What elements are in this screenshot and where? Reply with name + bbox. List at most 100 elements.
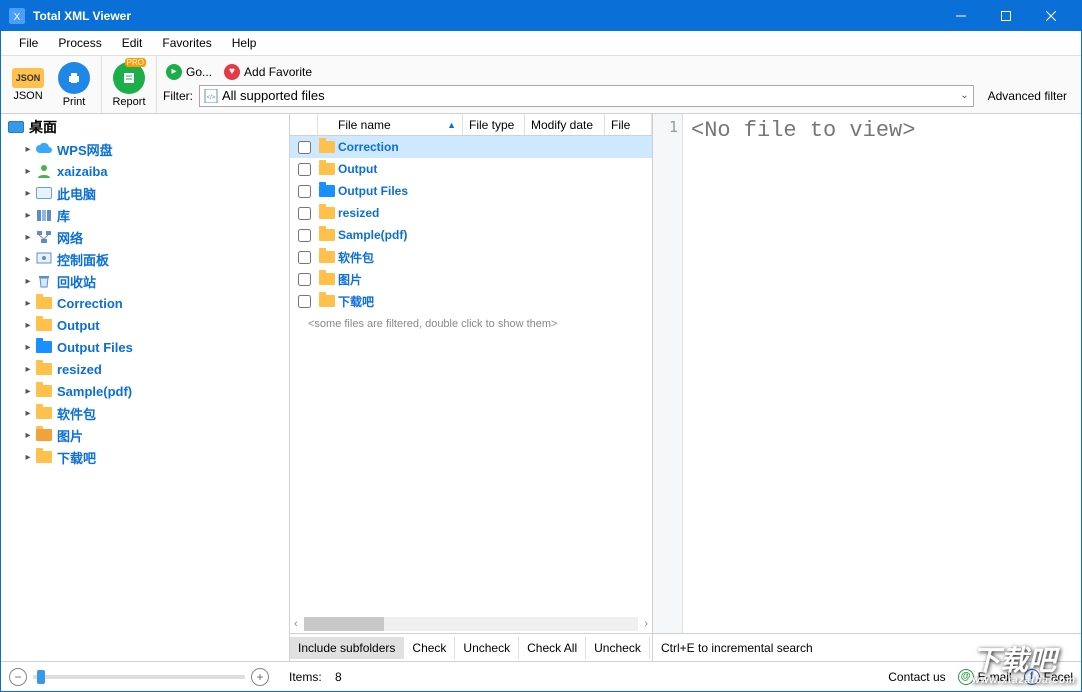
- tree-item-icon: [35, 207, 53, 223]
- add-favorite-button[interactable]: ♥ Add Favorite: [221, 63, 315, 81]
- file-checkbox[interactable]: [298, 163, 311, 176]
- expand-icon[interactable]: ▸: [21, 452, 35, 463]
- tree-item-13[interactable]: ▸图片: [1, 424, 289, 446]
- tree-item-icon: [35, 361, 53, 377]
- scroll-left-icon[interactable]: ‹: [294, 618, 298, 630]
- sort-asc-icon: ▲: [447, 120, 456, 130]
- email-link[interactable]: @E-mail: [958, 669, 1012, 685]
- file-row[interactable]: Sample(pdf): [290, 224, 652, 246]
- column-checkbox[interactable]: [290, 114, 318, 135]
- tree-item-3[interactable]: ▸库: [1, 204, 289, 226]
- expand-icon[interactable]: ▸: [21, 232, 35, 243]
- tree-item-6[interactable]: ▸回收站: [1, 270, 289, 292]
- include-subfolders-button[interactable]: Include subfolders: [290, 637, 404, 659]
- expand-icon[interactable]: ▸: [21, 386, 35, 397]
- advanced-filter-link[interactable]: Advanced filter: [980, 89, 1075, 103]
- zoom-out-button[interactable]: −: [9, 668, 27, 686]
- facebook-link[interactable]: fFacel: [1024, 669, 1073, 685]
- tree-item-5[interactable]: ▸控制面板: [1, 248, 289, 270]
- expand-icon[interactable]: ▸: [21, 276, 35, 287]
- tree-item-label: 下载吧: [57, 448, 96, 467]
- expand-icon[interactable]: ▸: [21, 144, 35, 155]
- toolbar: JSON JSON Print PRO Report ▸ Go... ♥: [1, 56, 1081, 114]
- tree-item-1[interactable]: ▸xaizaiba: [1, 160, 289, 182]
- check-button[interactable]: Check: [404, 637, 455, 659]
- minimize-button[interactable]: [938, 1, 983, 31]
- file-row[interactable]: Correction: [290, 136, 652, 158]
- expand-icon[interactable]: ▸: [21, 188, 35, 199]
- expand-icon[interactable]: ▸: [21, 210, 35, 221]
- expand-icon[interactable]: ▸: [21, 364, 35, 375]
- menu-favorites[interactable]: Favorites: [152, 34, 221, 52]
- folder-icon: [318, 141, 336, 153]
- file-checkbox[interactable]: [298, 141, 311, 154]
- maximize-button[interactable]: [983, 1, 1028, 31]
- tree-root[interactable]: 桌面: [1, 116, 289, 138]
- scroll-right-icon[interactable]: ›: [644, 618, 648, 630]
- file-row[interactable]: resized: [290, 202, 652, 224]
- tree-item-icon: [35, 317, 53, 333]
- print-button[interactable]: Print: [51, 58, 97, 112]
- report-button[interactable]: PRO Report: [106, 58, 152, 112]
- file-checkbox[interactable]: [298, 229, 311, 242]
- column-filesize[interactable]: File: [605, 114, 652, 135]
- column-filename[interactable]: File name▲: [318, 114, 463, 135]
- tree-item-4[interactable]: ▸网络: [1, 226, 289, 248]
- file-row[interactable]: Output: [290, 158, 652, 180]
- tree-item-icon: [35, 229, 53, 245]
- file-row[interactable]: 图片: [290, 268, 652, 290]
- expand-icon[interactable]: ▸: [21, 298, 35, 309]
- tree-item-10[interactable]: ▸resized: [1, 358, 289, 380]
- close-button[interactable]: [1028, 1, 1073, 31]
- file-checkbox[interactable]: [298, 251, 311, 264]
- zoom-in-button[interactable]: +: [251, 668, 269, 686]
- tree-item-8[interactable]: ▸Output: [1, 314, 289, 336]
- file-checkbox[interactable]: [298, 273, 311, 286]
- menu-file[interactable]: File: [9, 34, 48, 52]
- json-button[interactable]: JSON JSON: [5, 58, 51, 112]
- zoom-thumb[interactable]: [37, 670, 45, 684]
- file-checkbox[interactable]: [298, 185, 311, 198]
- horizontal-scrollbar[interactable]: ‹ ›: [290, 615, 652, 633]
- menu-edit[interactable]: Edit: [112, 34, 153, 52]
- expand-icon[interactable]: ▸: [21, 166, 35, 177]
- expand-icon[interactable]: ▸: [21, 320, 35, 331]
- contact-us-link[interactable]: Contact us: [888, 670, 945, 684]
- scrollbar-thumb[interactable]: [304, 617, 384, 631]
- folder-icon: [318, 207, 336, 219]
- go-button[interactable]: ▸ Go...: [163, 63, 215, 81]
- statusbar: − + Items: 8 Contact us @E-mail fFacel: [1, 661, 1081, 691]
- filter-message[interactable]: <some files are filtered, double click t…: [290, 312, 652, 336]
- file-row[interactable]: Output Files: [290, 180, 652, 202]
- column-modifydate[interactable]: Modify date: [525, 114, 605, 135]
- filter-select[interactable]: </> All supported files ⌄: [199, 85, 974, 107]
- uncheck-button[interactable]: Uncheck: [455, 637, 519, 659]
- file-list[interactable]: CorrectionOutputOutput Files resized Sampl…: [290, 136, 652, 615]
- uncheck-all-button[interactable]: Uncheck: [586, 637, 650, 659]
- expand-icon[interactable]: ▸: [21, 254, 35, 265]
- file-name: 图片: [338, 271, 362, 288]
- tree-item-11[interactable]: ▸Sample(pdf): [1, 380, 289, 402]
- check-all-button[interactable]: Check All: [519, 637, 586, 659]
- line-number-gutter: 1: [653, 114, 683, 633]
- tree-item-7[interactable]: ▸Correction: [1, 292, 289, 314]
- menu-help[interactable]: Help: [222, 34, 267, 52]
- zoom-slider[interactable]: [33, 675, 245, 679]
- file-checkbox[interactable]: [298, 207, 311, 220]
- file-name: resized: [338, 206, 379, 220]
- expand-icon[interactable]: ▸: [21, 408, 35, 419]
- list-header: File name▲ File type Modify date File: [290, 114, 652, 136]
- tree-item-9[interactable]: ▸Output Files: [1, 336, 289, 358]
- tree-item-12[interactable]: ▸软件包: [1, 402, 289, 424]
- tree-item-0[interactable]: ▸WPS网盘: [1, 138, 289, 160]
- expand-icon[interactable]: ▸: [21, 342, 35, 353]
- file-row[interactable]: 下载吧: [290, 290, 652, 312]
- expand-icon[interactable]: ▸: [21, 430, 35, 441]
- file-row[interactable]: 软件包: [290, 246, 652, 268]
- menu-process[interactable]: Process: [48, 34, 111, 52]
- tree-item-2[interactable]: ▸此电脑: [1, 182, 289, 204]
- file-checkbox[interactable]: [298, 295, 311, 308]
- tree-item-14[interactable]: ▸ 下载吧: [1, 446, 289, 468]
- folder-tree[interactable]: 桌面 ▸WPS网盘▸xaizaiba▸此电脑▸库▸网络▸控制面板▸回收站▸Cor…: [1, 114, 290, 661]
- column-filetype[interactable]: File type: [463, 114, 525, 135]
